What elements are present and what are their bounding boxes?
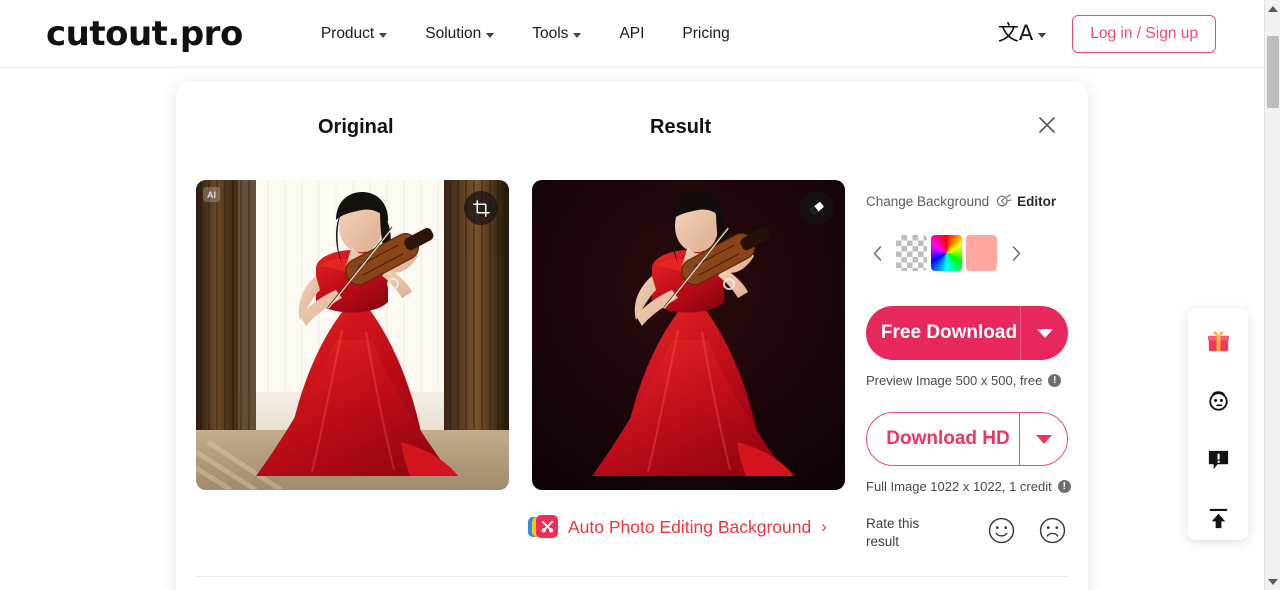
language-selector[interactable]: 文A: [997, 21, 1047, 45]
free-download-label: Free Download: [880, 322, 1018, 343]
main-nav: Product Solution Tools API Pricing: [321, 25, 730, 43]
chevron-left-icon: [873, 245, 881, 261]
download-hd-dropdown[interactable]: [1019, 413, 1067, 465]
nav-item-pricing[interactable]: Pricing: [682, 25, 729, 43]
gift-button[interactable]: [1201, 324, 1235, 358]
nav-label: Pricing: [682, 24, 730, 42]
free-download-note: Preview Image 500 x 500, free: [866, 373, 1043, 388]
scroll-down-button[interactable]: [1265, 573, 1280, 590]
result-image: [532, 180, 845, 490]
chevron-down-icon: [486, 32, 495, 38]
page-scrollbar[interactable]: [1264, 0, 1280, 590]
translate-icon: 文A: [997, 21, 1034, 45]
chevron-down-icon: [573, 32, 582, 38]
nav-label: Solution: [425, 24, 482, 42]
original-title: Original: [318, 116, 394, 138]
download-hd-note: Full Image 1022 x 1022, 1 credit: [866, 479, 1052, 494]
gift-icon: [1207, 330, 1229, 351]
result-image-panel[interactable]: [532, 180, 845, 490]
chevron-down-icon: [1038, 32, 1047, 38]
result-title: Result: [650, 116, 712, 138]
nav-item-product[interactable]: Product: [320, 24, 388, 43]
free-download-button[interactable]: Free Download: [866, 306, 1068, 360]
editor-label: Editor: [1017, 193, 1057, 209]
logo[interactable]: cutout.pro: [46, 14, 243, 54]
rate-sad-button[interactable]: [1039, 517, 1066, 549]
page-root: cutout.pro Product Solution Tools API Pr…: [0, 0, 1280, 590]
sad-face-icon: [1039, 517, 1066, 544]
download-hd-label: Download HD: [886, 428, 1010, 449]
swatch-transparent[interactable]: [896, 235, 927, 271]
free-download-dropdown[interactable]: [1020, 306, 1068, 360]
nav-label: API: [619, 24, 645, 42]
swatch-prev-button[interactable]: [866, 238, 888, 268]
auto-link-label: Auto Photo Editing Background: [568, 516, 812, 537]
download-hd-note-row: Full Image 1022 x 1022, 1 credit !: [866, 479, 1071, 494]
magic-wand-icon: [996, 194, 1012, 207]
site-header: cutout.pro Product Solution Tools API Pr…: [0, 0, 1264, 68]
info-icon[interactable]: !: [1057, 480, 1071, 493]
chevron-down-icon: [379, 32, 388, 38]
scroll-up-arrow-icon: [1268, 5, 1278, 12]
close-icon: [1039, 117, 1055, 133]
close-button[interactable]: [1034, 112, 1060, 138]
scroll-to-top-icon: [1209, 508, 1227, 528]
caret-down-icon: [1035, 434, 1052, 444]
header-actions: 文A Log in / Sign up: [997, 14, 1216, 53]
background-swatch-row: [866, 235, 1066, 271]
free-download-note-row: Preview Image 500 x 500, free !: [866, 373, 1062, 388]
info-icon[interactable]: !: [1048, 374, 1062, 387]
chevron-right-icon: [1012, 245, 1020, 261]
floating-toolbar: [1188, 308, 1248, 540]
feedback-icon: [1208, 450, 1228, 469]
nav-label: Product: [320, 24, 375, 42]
nav-item-api[interactable]: API: [619, 25, 644, 43]
scrollbar-thumb[interactable]: [1267, 36, 1279, 108]
photo-editing-icon: [528, 514, 558, 540]
scroll-to-top-button[interactable]: [1201, 501, 1235, 535]
auto-photo-editing-link[interactable]: Auto Photo Editing Background ›: [528, 514, 827, 540]
change-background-label: Change Background: [866, 193, 990, 209]
swatch-color-picker[interactable]: [931, 235, 962, 271]
nav-item-solution[interactable]: Solution: [425, 24, 495, 43]
scissors-glyph: [541, 520, 553, 533]
eraser-icon: [810, 202, 824, 215]
rate-label: Rate this result: [866, 516, 920, 549]
login-signup-button[interactable]: Log in / Sign up: [1072, 14, 1216, 53]
chevron-right-icon: ›: [821, 517, 827, 536]
face-icon: [1208, 390, 1228, 411]
ai-watermark-badge: AI: [203, 187, 220, 202]
caret-down-icon: [1036, 328, 1053, 338]
original-image: [196, 180, 509, 490]
swatch-pink[interactable]: [966, 235, 997, 271]
change-background-row: Change Background Editor: [866, 193, 1056, 209]
editor-link[interactable]: Editor: [996, 193, 1056, 209]
nav-label: Tools: [532, 24, 569, 42]
rate-result-row: Rate this result: [866, 515, 1066, 551]
scroll-down-arrow-icon: [1268, 578, 1278, 585]
result-card: Original Result AI Auto Photo Editing Ba…: [176, 82, 1088, 590]
account-button[interactable]: [1201, 383, 1235, 417]
scroll-up-button[interactable]: [1265, 0, 1280, 17]
rate-happy-button[interactable]: [988, 517, 1015, 549]
card-divider: [196, 576, 1068, 577]
swatch-list: [896, 235, 997, 271]
crop-icon: [472, 199, 490, 217]
original-image-panel[interactable]: AI: [196, 180, 509, 490]
download-hd-button[interactable]: Download HD: [866, 412, 1068, 466]
happy-face-icon: [988, 517, 1015, 544]
rate-buttons: [988, 517, 1066, 549]
feedback-button[interactable]: [1201, 442, 1235, 476]
nav-item-tools[interactable]: Tools: [532, 24, 582, 43]
eraser-button[interactable]: [800, 191, 834, 225]
crop-button[interactable]: [464, 191, 498, 225]
swatch-next-button[interactable]: [1005, 238, 1027, 268]
